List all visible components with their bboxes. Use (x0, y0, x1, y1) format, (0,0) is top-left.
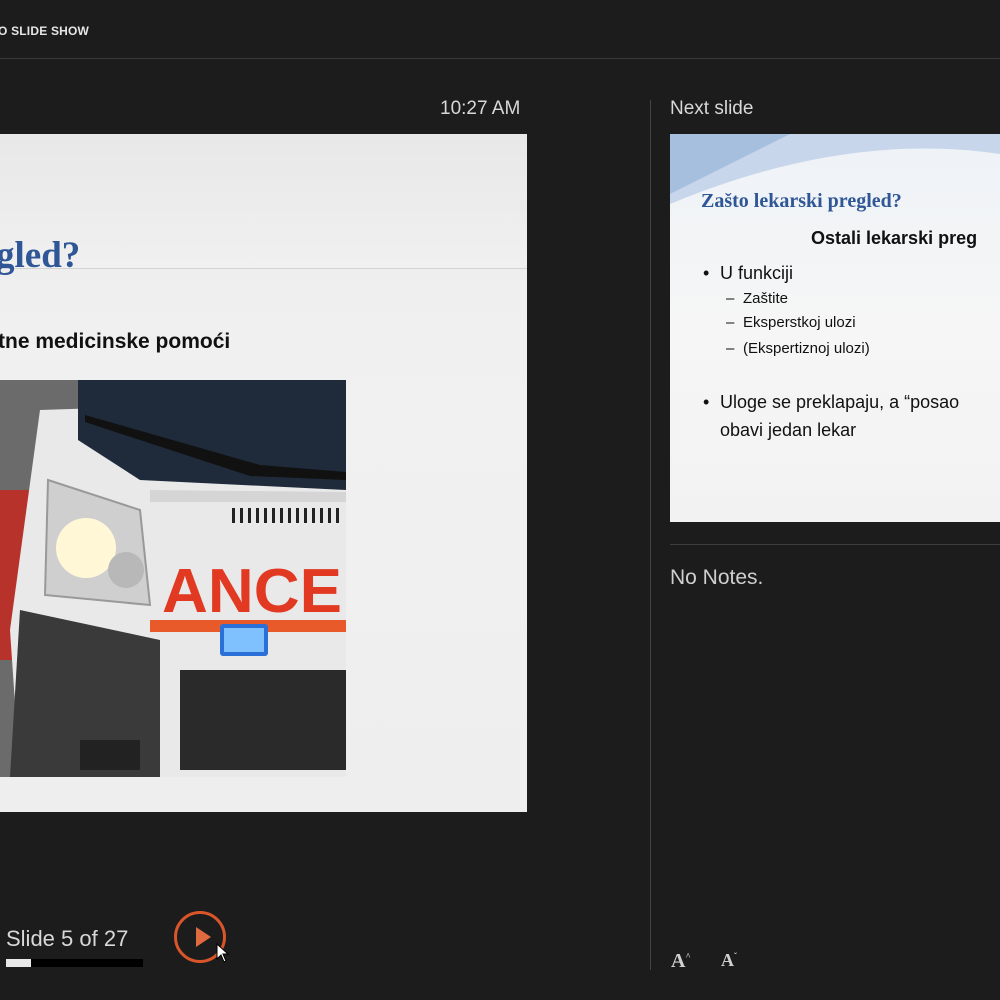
ambulance-photo: ANCE (0, 380, 346, 777)
notes-divider (670, 544, 1000, 545)
font-down-glyph: A (721, 950, 734, 970)
bullet-item: Uloge se preklapaju, a “posao (720, 392, 960, 412)
sub-bullet-dash: – (726, 340, 735, 357)
current-slide[interactable]: gled? tne medicinske pomoći ANCE (0, 134, 527, 812)
decrease-font-size-button[interactable]: Aˇ (721, 950, 737, 971)
play-icon (196, 927, 211, 947)
pane-divider[interactable] (650, 100, 651, 970)
sub-bullet-dash: – (726, 290, 735, 307)
slide-progress-bar (6, 959, 143, 967)
increase-font-size-button[interactable]: A^ (671, 950, 691, 973)
sub-bullet-item: Zaštite (743, 290, 789, 307)
bullet-item-continuation: obavi jedan lekar (720, 420, 857, 440)
bullet-dot: • (703, 263, 710, 283)
caret-up-icon: ^ (685, 951, 691, 962)
next-slide-preview[interactable]: Zašto lekarski pregled? Ostali lekarski … (670, 134, 1000, 522)
bullet-dot: • (703, 392, 710, 412)
clock: 10:27 AM (440, 98, 521, 119)
ambulance-lettering: ANCE (162, 557, 342, 626)
next-slide-subtitle: Ostali lekarski preg (811, 228, 978, 248)
slide-subtitle: tne medicinske pomoći (0, 330, 231, 353)
bullet-item: U funkciji (720, 263, 794, 283)
end-slide-show-button[interactable]: O SLIDE SHOW (0, 24, 89, 38)
mouse-cursor-icon (216, 943, 230, 963)
font-up-glyph: A (671, 950, 686, 972)
sub-bullet-dash: – (726, 314, 735, 331)
presenter-toolbar: O SLIDE SHOW (0, 0, 1000, 59)
speaker-notes[interactable]: No Notes. (670, 566, 763, 590)
caret-down-icon: ˇ (734, 951, 737, 961)
slide-progress-fill (6, 959, 32, 967)
slide-counter[interactable]: Slide 5 of 27 (6, 926, 128, 952)
slide-title: gled? (0, 235, 81, 276)
next-slide-title: Zašto lekarski pregled? (701, 190, 902, 212)
sub-bullet-item: (Ekspertiznoj ulozi) (743, 340, 870, 357)
sub-bullet-item: Eksperstkoj ulozi (743, 314, 856, 331)
next-slide-label: Next slide (670, 98, 754, 119)
